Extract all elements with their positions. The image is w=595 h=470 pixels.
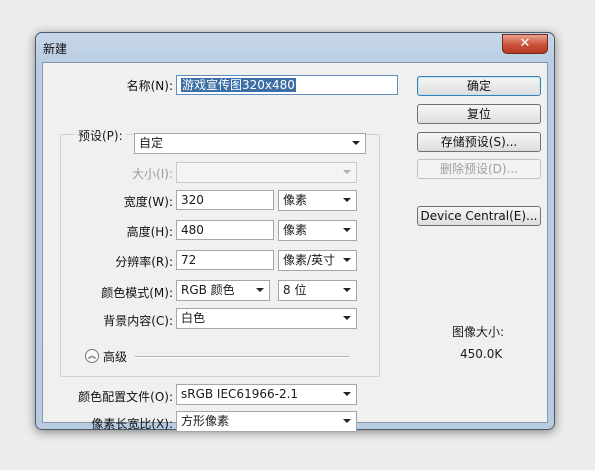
collapse-up-icon: ︽ (88, 351, 96, 360)
chevron-down-icon (343, 419, 351, 423)
chevron-down-icon (343, 392, 351, 396)
width-unit-value: 像素 (283, 193, 308, 207)
advanced-label: 高级 (103, 350, 128, 364)
resolution-label: 分辨率(R): (115, 255, 173, 269)
height-label: 高度(H): (126, 225, 173, 239)
background-select[interactable]: 白色 (176, 308, 357, 329)
save-preset-button[interactable]: 存储预设(S)... (417, 132, 541, 152)
background-value: 白色 (181, 311, 206, 325)
width-label: 宽度(W): (123, 195, 173, 209)
color-mode-value: RGB 颜色 (181, 283, 235, 297)
new-document-dialog: 新建 ✕ 名称(N): 游戏宣传图320x480 预设(P): 自定 大小(I)… (35, 32, 555, 432)
delete-preset-button: 删除预设(D)... (417, 159, 541, 179)
pixel-aspect-value: 方形像素 (181, 414, 230, 428)
close-icon: ✕ (519, 36, 531, 51)
bit-depth-value: 8 位 (283, 283, 307, 297)
ok-button[interactable]: 确定 (417, 76, 541, 96)
height-unit-value: 像素 (283, 223, 308, 237)
reset-button[interactable]: 复位 (417, 104, 541, 124)
height-unit-select[interactable]: 像素 (278, 220, 357, 241)
chevron-down-icon (352, 141, 360, 145)
size-label: 大小(I): (132, 167, 173, 181)
device-central-button[interactable]: Device Central(E)... (417, 206, 541, 226)
color-profile-select[interactable]: sRGB IEC61966-2.1 (176, 384, 357, 405)
preset-label: 预设(P): (74, 127, 127, 144)
image-size-value: 450.0K (460, 347, 503, 361)
chevron-down-icon (343, 198, 351, 202)
color-profile-label: 颜色配置文件(O): (78, 390, 173, 404)
close-button[interactable]: ✕ (502, 34, 548, 54)
chevron-down-icon (343, 316, 351, 320)
chevron-down-icon (256, 288, 264, 292)
chevron-down-icon (343, 288, 351, 292)
name-label: 名称(N): (126, 79, 173, 93)
color-profile-value: sRGB IEC61966-2.1 (181, 387, 299, 401)
advanced-divider (135, 356, 349, 358)
name-input-value: 游戏宣传图320x480 (181, 78, 296, 92)
color-mode-label: 颜色模式(M): (101, 286, 173, 300)
chevron-down-icon (343, 258, 351, 262)
chevron-down-icon (343, 228, 351, 232)
advanced-toggle[interactable]: ︽ (85, 349, 99, 363)
image-size-label: 图像大小: (452, 325, 505, 339)
chevron-down-icon (343, 170, 351, 174)
resolution-unit-select[interactable]: 像素/英寸 (278, 250, 357, 271)
bit-depth-select[interactable]: 8 位 (278, 280, 357, 301)
dialog-body: 名称(N): 游戏宣传图320x480 预设(P): 自定 大小(I): 宽度(… (42, 62, 548, 432)
name-input[interactable]: 游戏宣传图320x480 (176, 75, 398, 95)
color-mode-select[interactable]: RGB 颜色 (176, 280, 270, 301)
pixel-aspect-label: 像素长宽比(X): (91, 417, 173, 431)
size-select (176, 162, 357, 183)
background-label: 背景内容(C): (103, 314, 173, 328)
dialog-title: 新建 (43, 42, 68, 56)
resolution-input[interactable]: 72 (176, 250, 274, 270)
resolution-unit-value: 像素/英寸 (283, 253, 336, 267)
height-input[interactable]: 480 (176, 220, 274, 240)
preset-select[interactable]: 自定 (134, 133, 366, 154)
pixel-aspect-select[interactable]: 方形像素 (176, 411, 357, 432)
width-input[interactable]: 320 (176, 190, 274, 210)
width-unit-select[interactable]: 像素 (278, 190, 357, 211)
preset-select-value: 自定 (139, 136, 164, 150)
